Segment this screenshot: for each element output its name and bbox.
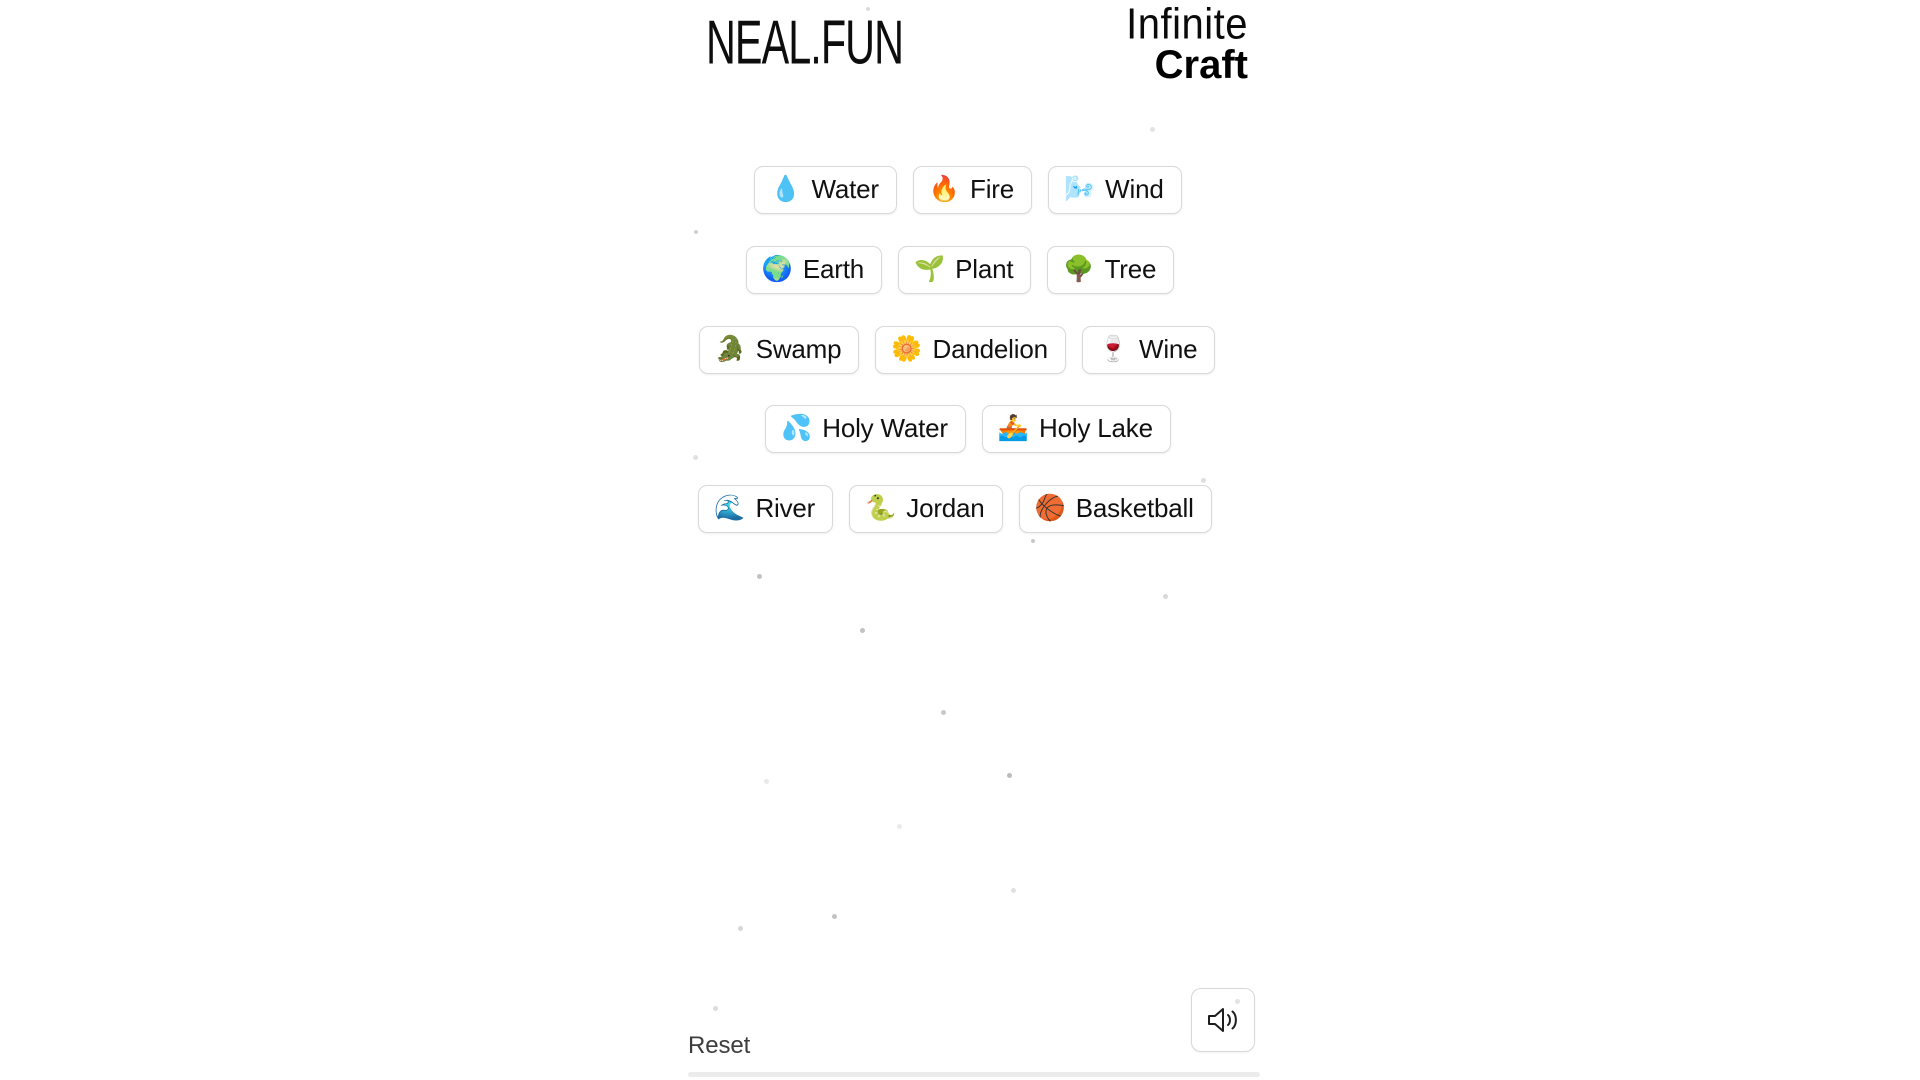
speaker-on-icon (1206, 1005, 1240, 1035)
element-label: Basketball (1075, 493, 1194, 523)
element-card-plant[interactable]: 🌱 Plant (898, 246, 1032, 294)
fire-emoji: 🔥 (928, 174, 961, 203)
element-row: 💦 Holy Water 🚣 Holy Lake (8, 405, 1920, 453)
element-label: Swamp (755, 334, 842, 364)
wine-glass-emoji: 🍷 (1097, 334, 1129, 363)
earth-globe-emoji: 🌍 (761, 254, 793, 283)
wave-emoji: 🌊 (714, 493, 746, 522)
infinite-craft-app: NEAL.FUN Infinite Craft 💧 Water 🔥 Fire 🌬️ Win… (0, 0, 1920, 1080)
wind-face-emoji: 🌬️ (1064, 174, 1096, 203)
element-label: Fire (970, 174, 1015, 204)
element-label: Wind (1105, 174, 1164, 204)
snake-emoji: 🐍 (865, 493, 897, 522)
blossom-emoji: 🌼 (891, 334, 923, 363)
element-label: Water (811, 174, 880, 204)
bottom-divider (688, 1072, 1260, 1077)
element-label: Holy Water (822, 413, 948, 443)
element-card-tree[interactable]: 🌳 Tree (1047, 246, 1175, 294)
element-label: Tree (1104, 254, 1157, 284)
element-label: Holy Lake (1039, 413, 1153, 443)
crocodile-emoji: 🐊 (714, 334, 746, 363)
bottom-toolbar: Reset (688, 988, 1260, 1066)
sweat-droplets-emoji: 💦 (781, 413, 813, 442)
seedling-emoji: 🌱 (914, 254, 946, 283)
element-row: 🌍 Earth 🌱 Plant 🌳 Tree (0, 246, 1920, 294)
tree-emoji: 🌳 (1063, 254, 1095, 283)
element-card-wine[interactable]: 🍷 Wine (1081, 326, 1216, 374)
element-card-basketball[interactable]: 🏀 Basketball (1018, 485, 1212, 533)
element-card-jordan[interactable]: 🐍 Jordan (849, 485, 1003, 533)
basketball-emoji: 🏀 (1034, 493, 1066, 522)
rowboat-emoji: 🚣 (997, 413, 1030, 442)
element-card-holy-lake[interactable]: 🚣 Holy Lake (981, 405, 1171, 453)
reset-button[interactable]: Reset (688, 1032, 750, 1060)
element-label: Dandelion (932, 334, 1048, 364)
element-row: 💧 Water 🔥 Fire 🌬️ Wind (8, 166, 1920, 214)
element-label: Plant (955, 254, 1014, 284)
element-row: 🐊 Swamp 🌼 Dandelion 🍷 Wine (0, 326, 1917, 374)
element-card-holy-water[interactable]: 💦 Holy Water (765, 405, 966, 453)
element-card-water[interactable]: 💧 Water (754, 166, 897, 214)
element-label: Earth (802, 254, 865, 284)
element-card-river[interactable]: 🌊 River (698, 485, 834, 533)
element-card-wind[interactable]: 🌬️ Wind (1048, 166, 1182, 214)
water-droplet-emoji: 💧 (770, 174, 802, 203)
element-row: 🌊 River 🐍 Jordan 🏀 Basketball (0, 485, 1915, 533)
element-card-fire[interactable]: 🔥 Fire (912, 166, 1033, 214)
sound-toggle-button[interactable] (1191, 988, 1255, 1052)
element-card-dandelion[interactable]: 🌼 Dandelion (875, 326, 1066, 374)
element-label: Wine (1138, 334, 1198, 364)
element-card-swamp[interactable]: 🐊 Swamp (698, 326, 860, 374)
element-card-earth[interactable]: 🌍 Earth (745, 246, 883, 294)
crafting-board[interactable]: 💧 Water 🔥 Fire 🌬️ Wind 🌍 Earth 🌱 Plant 🌳 Tree 🐊 Swamp… (0, 0, 1920, 1080)
element-label: Jordan (906, 493, 985, 523)
element-label: River (755, 493, 816, 523)
